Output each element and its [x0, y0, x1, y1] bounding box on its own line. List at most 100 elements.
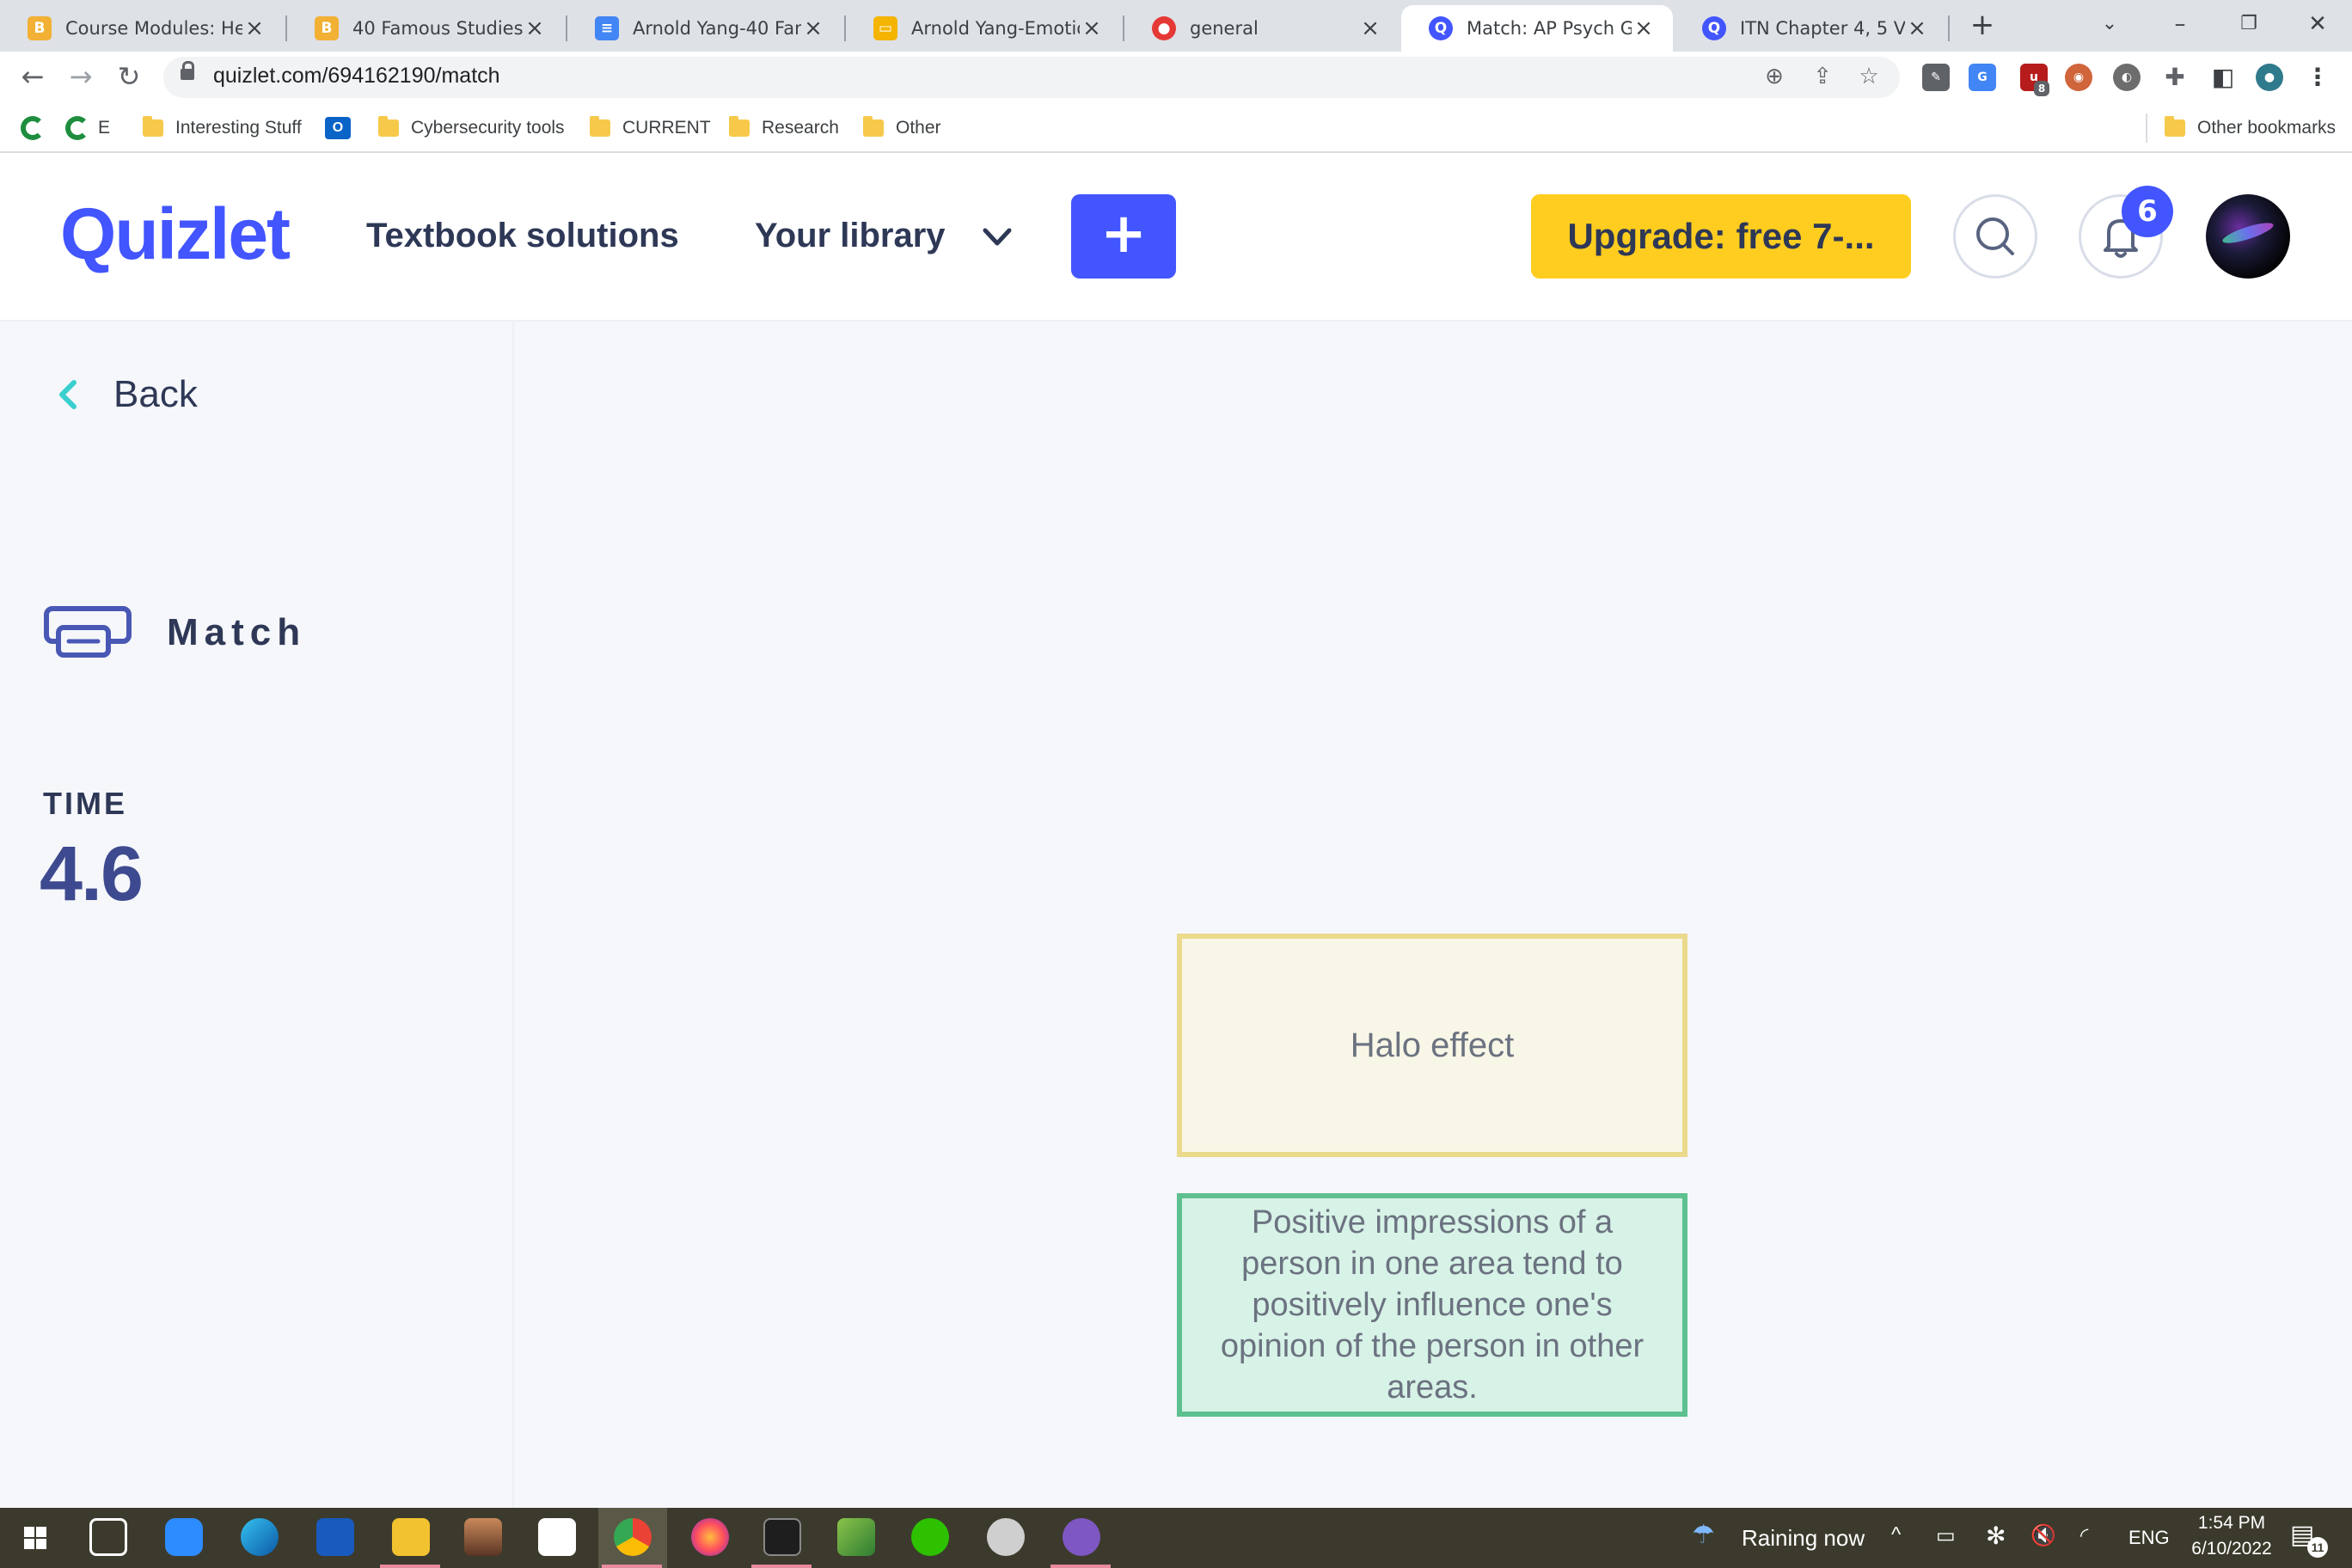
window-close-icon[interactable]: ✕	[2283, 0, 2352, 52]
restore-icon[interactable]: ❐	[2214, 0, 2283, 52]
zoom-app-icon[interactable]	[165, 1518, 203, 1556]
volume-muted-icon[interactable]: 🔇	[2030, 1523, 2056, 1548]
bookmarks-bar: E Interesting Stuff O Cybersecurity tool…	[0, 103, 2352, 153]
close-icon[interactable]: ×	[1080, 15, 1104, 41]
bookmark-other[interactable]: Other	[863, 113, 941, 143]
time-label: TIME	[43, 786, 127, 821]
side-panel-icon[interactable]: ◧	[2209, 64, 2237, 91]
tab-title: Arnold Yang-40 Famou	[633, 18, 801, 39]
tab-arnold-yang-slides[interactable]: ▭ Arnold Yang-Emotiona ×	[846, 5, 1121, 52]
close-icon[interactable]: ×	[242, 15, 266, 41]
wechat-icon[interactable]	[911, 1518, 949, 1556]
tab-match-ap-psych[interactable]: Q Match: AP Psych Grind ×	[1401, 5, 1673, 52]
battery-icon[interactable]: ▭	[1936, 1523, 1956, 1548]
menu-kebab-icon[interactable]: ⋮	[2304, 64, 2331, 91]
bookmark-current[interactable]: CURRENT	[590, 113, 711, 143]
tab-title: general	[1190, 18, 1259, 39]
bookmark-star-icon[interactable]: ☆	[1853, 62, 1884, 93]
extension-globe-icon[interactable]: ◐	[2113, 64, 2141, 91]
translate-icon[interactable]: G	[1969, 64, 1996, 91]
wifi-icon[interactable]: ◜	[2080, 1523, 2088, 1548]
notification-badge: 6	[2122, 186, 2173, 237]
folder-icon	[143, 116, 163, 137]
active-app-indicator	[380, 1565, 440, 1568]
nav-textbook-solutions[interactable]: Textbook solutions	[366, 217, 679, 255]
app-icon-mushroom[interactable]	[987, 1518, 1025, 1556]
app-icon-brown[interactable]	[464, 1518, 502, 1556]
close-icon[interactable]: ×	[523, 15, 547, 41]
nav-your-library[interactable]: Your library	[755, 217, 946, 255]
tray-chevron-icon[interactable]: ^	[1891, 1523, 1901, 1547]
bookmark-other-bookmarks[interactable]: Other bookmarks	[2165, 113, 2336, 143]
extension-pen-icon[interactable]: ✎	[1922, 64, 1950, 91]
active-app-indicator	[751, 1565, 812, 1568]
back-label: Back	[113, 373, 198, 415]
tab-search-chevron-icon[interactable]: ⌄	[2075, 0, 2144, 52]
bookmark-research[interactable]: Research	[729, 113, 839, 143]
zoom-icon[interactable]: ⊕	[1759, 62, 1790, 93]
bookmark-e[interactable]: E	[65, 113, 110, 143]
share-icon[interactable]: ⇪	[1807, 62, 1838, 93]
weather-text[interactable]: Raining now	[1742, 1525, 1865, 1552]
match-card-term[interactable]: Halo effect	[1177, 934, 1687, 1157]
match-card-definition[interactable]: Positive impressions of a person in one …	[1177, 1193, 1687, 1417]
tab-arnold-yang-doc[interactable]: ≡ Arnold Yang-40 Famou ×	[567, 5, 842, 52]
new-tab-button[interactable]: +	[1965, 9, 2000, 43]
bookmark-outlook[interactable]: O	[325, 113, 351, 143]
app-icon-green[interactable]	[837, 1518, 875, 1556]
clock-date[interactable]: 6/10/2022	[2180, 1539, 2283, 1559]
extensions-puzzle-icon[interactable]: ✚	[2161, 64, 2189, 91]
slides-icon: ▭	[873, 16, 897, 40]
crescent-icon	[21, 116, 45, 140]
tab-itn-chapter[interactable]: Q ITN Chapter 4, 5 Vocab ×	[1675, 5, 1946, 52]
task-view-icon[interactable]	[89, 1518, 127, 1556]
quizlet-logo[interactable]: Quizlet	[60, 193, 291, 276]
url-text[interactable]: quizlet.com/694162190/match	[213, 64, 500, 89]
app-icon-reader[interactable]	[538, 1518, 576, 1556]
address-bar[interactable]: quizlet.com/694162190/match ⊕ ⇪ ☆	[163, 57, 1900, 98]
edge-icon[interactable]	[241, 1518, 279, 1556]
active-app-indicator	[602, 1565, 662, 1568]
windows-start-icon[interactable]	[24, 1527, 46, 1549]
close-icon[interactable]: ×	[801, 15, 825, 41]
bookmark-crescent[interactable]	[21, 113, 53, 143]
chrome-icon[interactable]	[614, 1518, 652, 1556]
close-icon[interactable]: ×	[1632, 15, 1656, 41]
word-icon[interactable]	[316, 1518, 354, 1556]
file-explorer-icon[interactable]	[392, 1518, 430, 1556]
search-button[interactable]	[1953, 194, 2037, 279]
profile-avatar-icon[interactable]: ●	[2256, 64, 2283, 91]
match-cards-icon	[44, 606, 132, 658]
minimize-icon[interactable]: –	[2146, 0, 2214, 52]
reload-icon[interactable]: ↻	[110, 58, 148, 96]
clock-time[interactable]: 1:54 PM	[2189, 1513, 2275, 1534]
terminal-icon[interactable]	[763, 1518, 801, 1556]
folder-icon	[863, 116, 884, 137]
close-icon[interactable]: ×	[1358, 15, 1382, 41]
back-arrow-icon[interactable]: ←	[14, 58, 52, 96]
tab-course-modules[interactable]: B Course Modules: Heal ×	[0, 5, 284, 52]
create-button[interactable]: +	[1071, 194, 1176, 279]
user-avatar[interactable]	[2206, 194, 2290, 279]
upgrade-button[interactable]: Upgrade: free 7-...	[1531, 194, 1911, 279]
tab-general[interactable]: ● general ×	[1124, 5, 1400, 52]
language-indicator[interactable]: ENG	[2128, 1527, 2170, 1549]
back-link[interactable]: Back	[53, 373, 198, 416]
match-mode-title: Match	[43, 605, 306, 660]
honey-icon[interactable]: ◉	[2065, 64, 2092, 91]
tab-40-famous-studies[interactable]: B 40 Famous Studies Pre ×	[287, 5, 564, 52]
chevron-down-icon[interactable]	[980, 220, 1014, 254]
search-icon	[1976, 217, 2014, 255]
weather-rain-icon[interactable]: ☂	[1692, 1520, 1715, 1550]
firefox-icon[interactable]	[691, 1518, 729, 1556]
network-icon[interactable]: ✻	[1986, 1522, 2006, 1550]
quizlet-header: Quizlet Textbook solutions Your library …	[0, 153, 2352, 322]
bookmark-b-icon: B	[315, 16, 339, 40]
close-icon[interactable]: ×	[1905, 15, 1929, 41]
app-icon-purple[interactable]	[1063, 1518, 1100, 1556]
bookmark-cybersecurity-tools[interactable]: Cybersecurity tools	[378, 113, 565, 143]
forward-arrow-icon[interactable]: →	[62, 58, 100, 96]
lock-icon[interactable]	[181, 61, 194, 80]
bookmark-interesting-stuff[interactable]: Interesting Stuff	[143, 113, 302, 143]
bookmark-label: E	[98, 118, 111, 138]
